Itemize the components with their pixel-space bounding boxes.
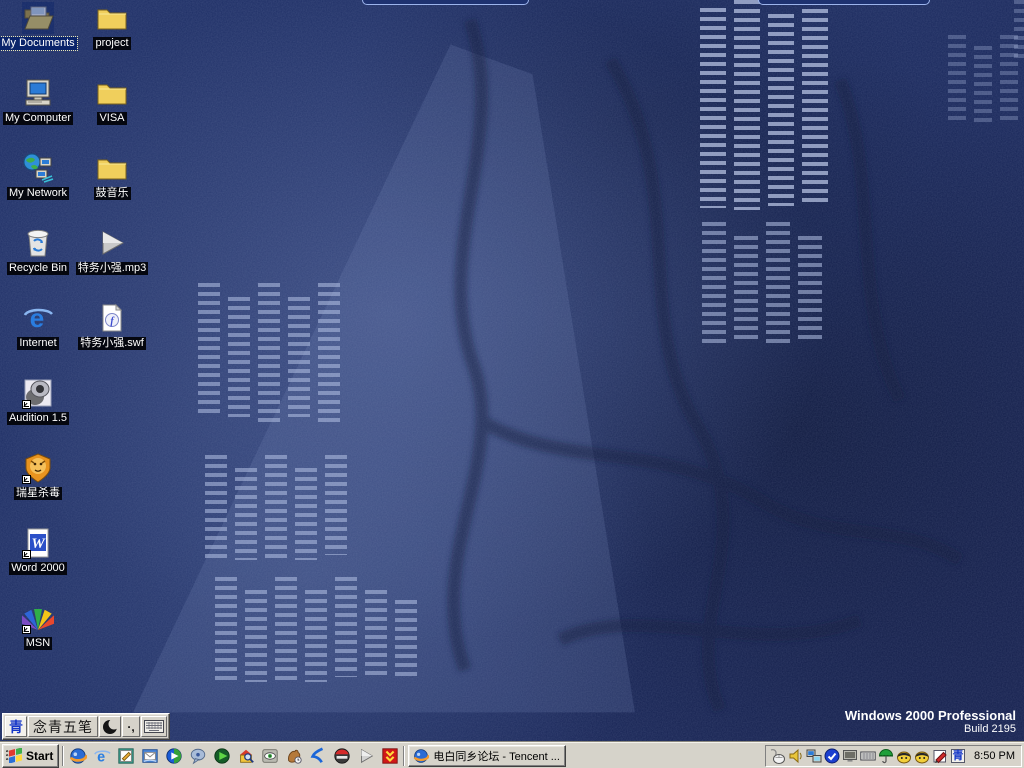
flash-file-icon: f bbox=[96, 302, 128, 334]
soft-keyboard-icon[interactable] bbox=[141, 716, 167, 737]
shortcut-arrow-badge bbox=[22, 400, 31, 409]
pen-pad-icon[interactable] bbox=[932, 748, 948, 764]
ime-logo-icon[interactable]: 青 bbox=[5, 716, 27, 737]
task-button-label: 电白同乡论坛 - Tencent ... bbox=[433, 748, 560, 764]
yellow-guard-icon[interactable] bbox=[896, 748, 912, 764]
desktop-icon-recycle-bin[interactable]: Recycle Bin bbox=[0, 227, 76, 300]
desktop-icon-rising-antivirus[interactable]: 瑞星杀毒 bbox=[0, 452, 76, 525]
display-icon[interactable] bbox=[842, 748, 858, 764]
fullwidth-moon-icon[interactable] bbox=[99, 716, 121, 737]
os-version-title: Windows 2000 Professional bbox=[845, 708, 1016, 723]
wallpaper-texture bbox=[0, 0, 1024, 742]
start-button[interactable]: Start bbox=[2, 744, 59, 768]
desktop-icon-label: My Network bbox=[7, 187, 69, 200]
donkey-icon[interactable] bbox=[283, 745, 304, 766]
desktop-icon-my-computer[interactable]: My Computer bbox=[0, 77, 76, 150]
internet-explorer-icon: e bbox=[22, 302, 54, 334]
desktop-icon-swf-file[interactable]: f 特务小强.swf bbox=[74, 302, 150, 375]
desktop-icon-drum-music[interactable]: 鼓音乐 bbox=[74, 152, 150, 225]
yellow-guard-icon[interactable] bbox=[914, 748, 930, 764]
desktop-icon-label: 特务小强.mp3 bbox=[76, 262, 148, 275]
recycle-bin-icon bbox=[22, 227, 54, 259]
desktop-icon-label: 鼓音乐 bbox=[94, 187, 131, 200]
desktop-icon-mp3-file[interactable]: 特务小强.mp3 bbox=[74, 227, 150, 300]
ime-name-button[interactable]: 念青五笔 bbox=[28, 716, 98, 737]
quick-launch-bar: e bbox=[67, 745, 400, 766]
compose-page-icon[interactable] bbox=[115, 745, 136, 766]
desktop-icon-label: Audition 1.5 bbox=[7, 412, 69, 425]
media-player-icon[interactable] bbox=[163, 745, 184, 766]
desktop-icon-label: project bbox=[93, 37, 130, 50]
play-triangle-icon[interactable] bbox=[355, 745, 376, 766]
internet-explorer-icon[interactable]: e bbox=[91, 745, 112, 766]
desktop-icon-label: Recycle Bin bbox=[7, 262, 69, 275]
task-button-forum[interactable]: 电白同乡论坛 - Tencent ... bbox=[408, 745, 566, 767]
desktop-icon-label: VISA bbox=[97, 112, 126, 125]
shortcut-arrow-badge bbox=[22, 475, 31, 484]
ime-qing-icon[interactable]: 青 bbox=[950, 748, 966, 764]
punctuation-icon[interactable]: ·, bbox=[122, 716, 140, 737]
svg-text:W: W bbox=[31, 536, 46, 552]
computer-icon bbox=[22, 77, 54, 109]
desktop-icon-internet[interactable]: e Internet bbox=[0, 302, 76, 375]
ime-bar: 青 念青五笔 ·, bbox=[2, 713, 170, 740]
green-umbrella-icon[interactable] bbox=[878, 748, 894, 764]
folder-icon bbox=[96, 152, 128, 184]
acdsee-eye-icon[interactable] bbox=[259, 745, 280, 766]
lion-icon bbox=[22, 452, 54, 484]
desktop-icon-label: MSN bbox=[24, 637, 52, 650]
tt-browser-icon bbox=[413, 748, 429, 764]
open-folder-icon bbox=[22, 2, 54, 34]
network-monitors-icon[interactable] bbox=[806, 748, 822, 764]
start-button-label: Start bbox=[26, 749, 53, 763]
word-icon: W bbox=[22, 527, 54, 559]
desktop-icon-label: My Documents bbox=[0, 37, 77, 50]
os-version-watermark: Windows 2000 Professional Build 2195 bbox=[845, 708, 1016, 736]
green-player-icon[interactable] bbox=[211, 745, 232, 766]
taskbar-separator bbox=[403, 746, 405, 766]
shortcut-arrow-badge bbox=[22, 625, 31, 634]
desktop-icon-audition[interactable]: Audition 1.5 bbox=[0, 377, 76, 450]
desktop-icon-label: 特务小强.swf bbox=[78, 337, 146, 350]
desktop-icon-visa[interactable]: VISA bbox=[74, 77, 150, 150]
desktop-icon-word-2000[interactable]: W Word 2000 bbox=[0, 527, 76, 600]
shortcut-arrow-badge bbox=[22, 550, 31, 559]
taskbar-separator bbox=[62, 746, 64, 766]
svg-text:e: e bbox=[30, 303, 44, 333]
mail-envelope-icon[interactable] bbox=[139, 745, 160, 766]
red-cap-face-icon[interactable] bbox=[331, 745, 352, 766]
color-fan-icon bbox=[22, 602, 54, 634]
speaker-icon bbox=[22, 377, 54, 409]
system-tray: 青 8:50 PM bbox=[765, 745, 1022, 767]
windows-logo-icon bbox=[6, 748, 23, 763]
search-house-icon[interactable] bbox=[235, 745, 256, 766]
tt-browser-icon[interactable] bbox=[67, 745, 88, 766]
os-version-build: Build 2195 bbox=[845, 723, 1016, 736]
desktop-icon-msn[interactable]: MSN bbox=[0, 602, 76, 675]
network-places-icon bbox=[22, 152, 54, 184]
taskbar: Start e bbox=[0, 742, 1024, 768]
folder-icon bbox=[96, 2, 128, 34]
messenger-bubble-icon[interactable] bbox=[187, 745, 208, 766]
desktop-icon-label: My Computer bbox=[3, 112, 73, 125]
hidden-window-edge-right[interactable] bbox=[758, 0, 930, 5]
blue-check-icon[interactable] bbox=[824, 748, 840, 764]
desktop-icon-label: 瑞星杀毒 bbox=[14, 487, 62, 500]
desktop-icon-label: Internet bbox=[17, 337, 58, 350]
desktop-icon-project[interactable]: project bbox=[74, 2, 150, 75]
folder-icon bbox=[96, 77, 128, 109]
desktop-icon-my-documents[interactable]: My Documents bbox=[0, 2, 76, 75]
blue-swoosh-icon[interactable] bbox=[307, 745, 328, 766]
desktop: My Documents My Computer bbox=[0, 0, 1024, 768]
desktop-icon-my-network[interactable]: My Network bbox=[0, 152, 76, 225]
volume-icon[interactable] bbox=[788, 748, 804, 764]
download-chevrons-icon[interactable] bbox=[379, 745, 400, 766]
tray-clock[interactable]: 8:50 PM bbox=[974, 750, 1015, 762]
hidden-window-edge-left[interactable] bbox=[362, 0, 529, 5]
desktop-icon-label: Word 2000 bbox=[9, 562, 67, 575]
play-triangle-icon bbox=[96, 227, 128, 259]
mouse-icon[interactable] bbox=[770, 748, 786, 764]
keyboard-icon[interactable] bbox=[860, 748, 876, 764]
